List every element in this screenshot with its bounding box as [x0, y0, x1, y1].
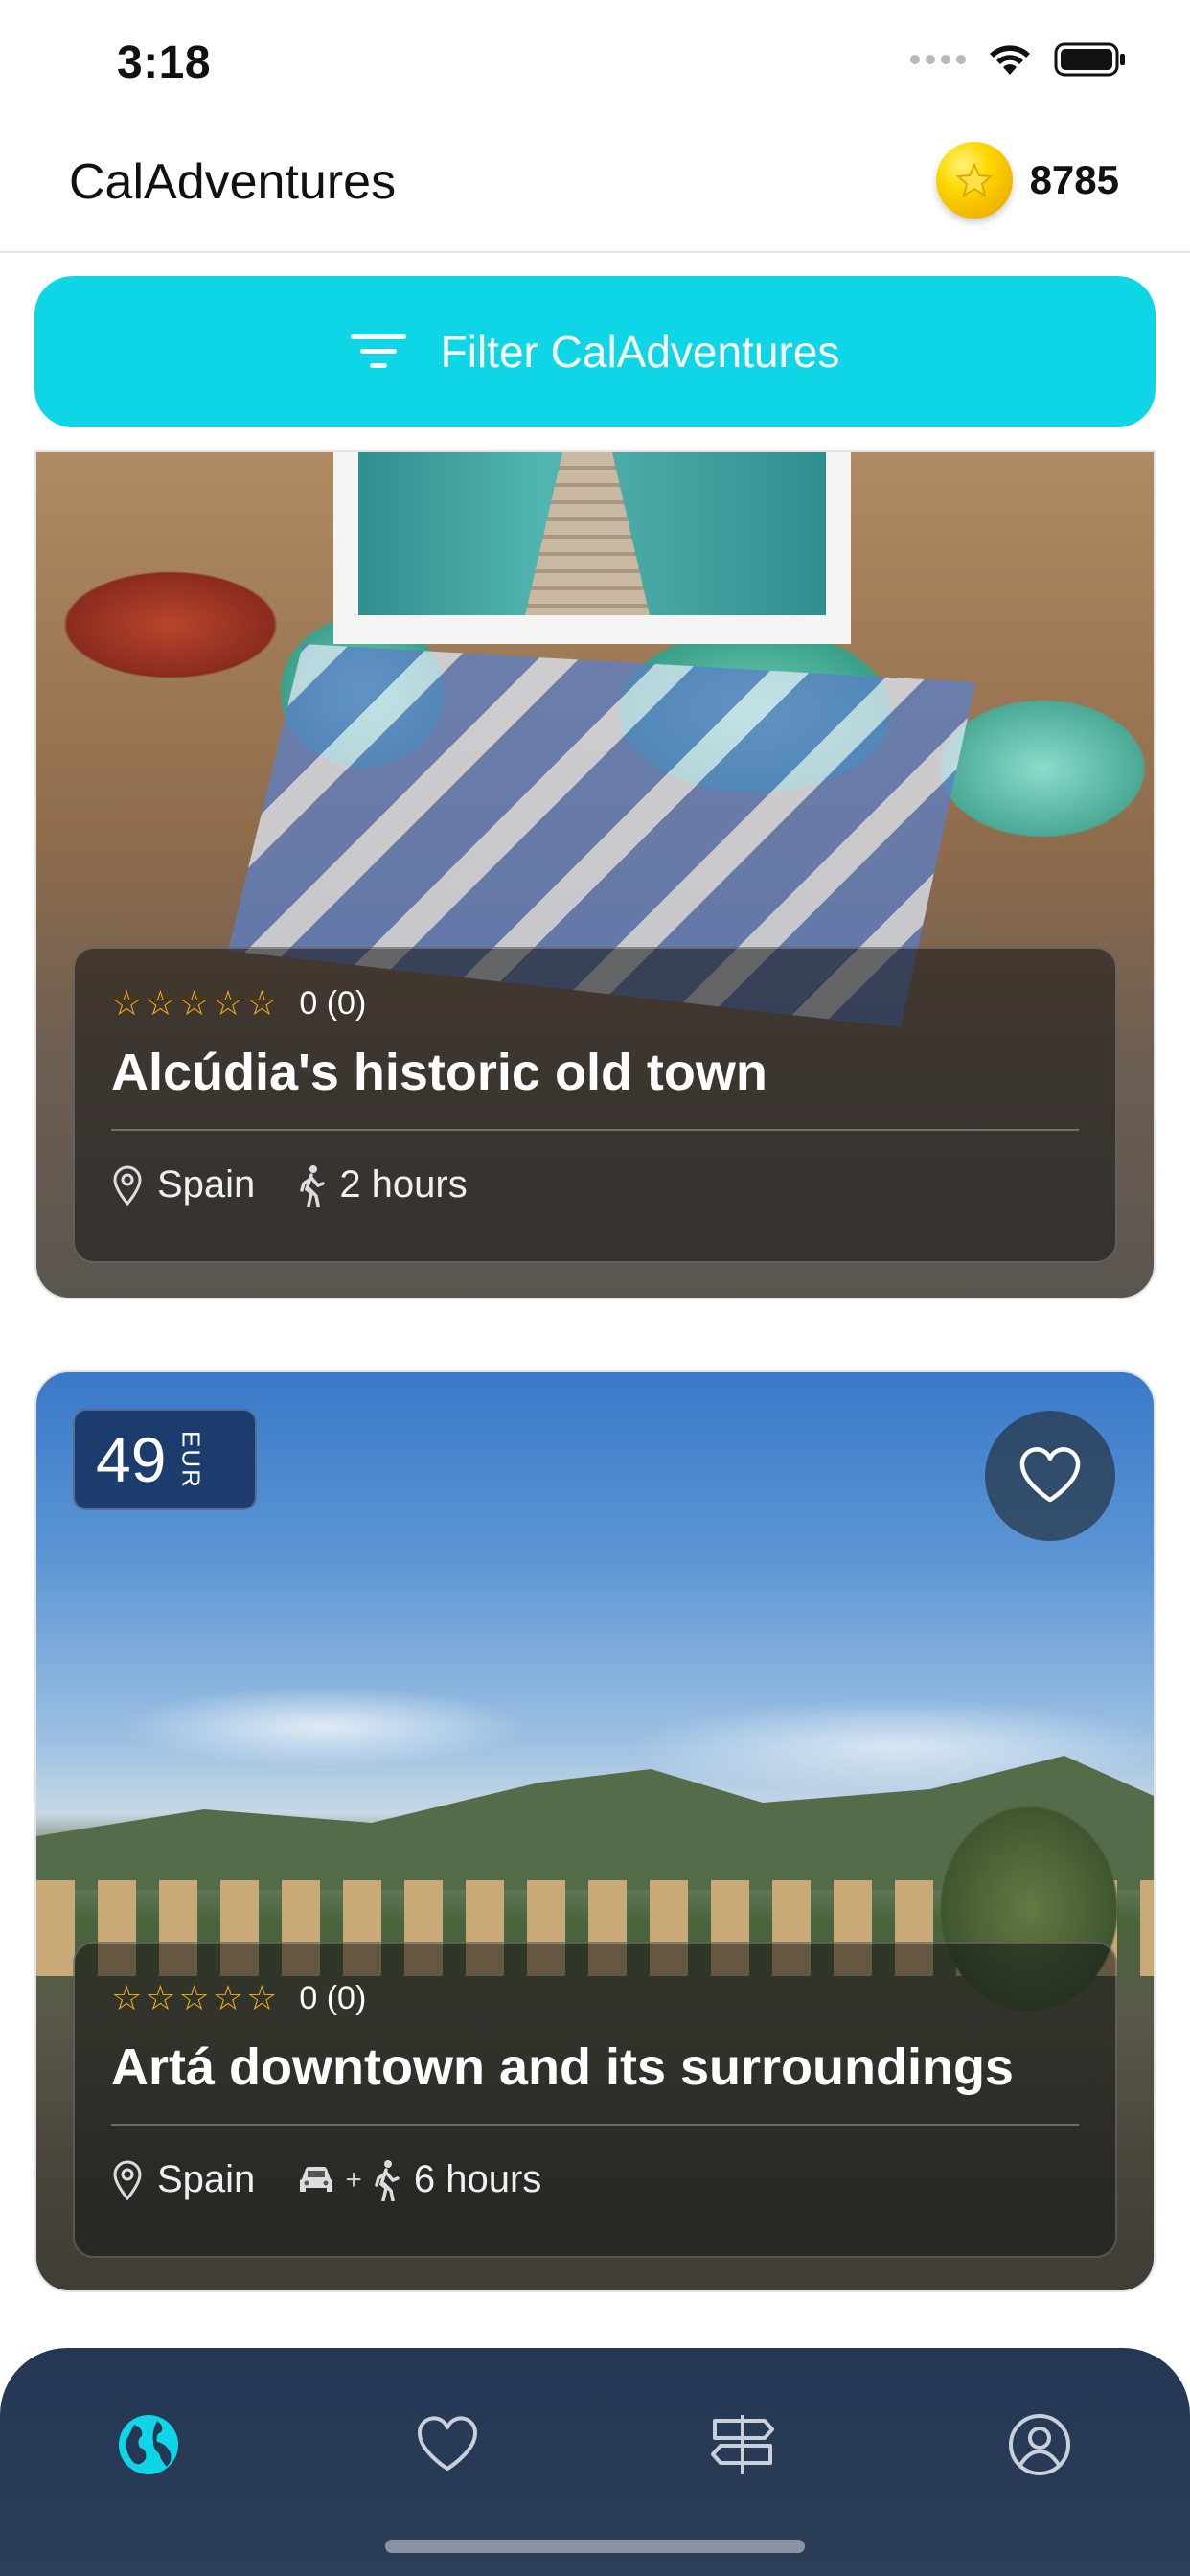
duration: + 6 hours	[297, 2158, 541, 2201]
card-title: Alcúdia's historic old town	[111, 1044, 767, 1101]
card-meta: Spain 2 hours	[111, 1163, 1079, 1207]
rating-row: ☆☆☆☆☆ 0 (0)	[111, 983, 1079, 1024]
home-indicator[interactable]	[385, 2540, 805, 2553]
card-meta: Spain + 6 hours	[111, 2158, 1079, 2201]
location-text: Spain	[157, 2158, 256, 2200]
plus-sign: +	[345, 2163, 362, 2196]
favorite-button[interactable]	[985, 1411, 1115, 1541]
tab-profile[interactable]	[996, 2402, 1083, 2488]
card-title: Artá downtown and its surroundings	[111, 2038, 1014, 2096]
rating-row: ☆☆☆☆☆ 0 (0)	[111, 1978, 1079, 2018]
globe-icon	[119, 2415, 178, 2474]
battery-icon	[1054, 42, 1125, 77]
heart-icon	[1019, 1447, 1081, 1503]
location-pin-icon	[113, 2160, 142, 2200]
card-info-panel: ☆☆☆☆☆ 0 (0) Alcúdia's historic old town …	[73, 947, 1117, 1263]
tab-favorites[interactable]	[404, 2402, 491, 2488]
location-text: Spain	[157, 1163, 256, 1206]
walking-icon	[300, 1164, 326, 1207]
location-pin-icon	[113, 1165, 142, 1206]
status-icons	[910, 42, 1127, 77]
tab-tours[interactable]	[699, 2402, 786, 2488]
adventure-card[interactable]: 49 EUR ☆☆☆☆☆ 0 (0) Artá downtown and its…	[36, 1372, 1154, 2290]
app-header: CalAdventures 8785	[0, 125, 1190, 253]
filter-button[interactable]: Filter CalAdventures	[34, 276, 1156, 427]
divider	[111, 1129, 1079, 1131]
rating-stars: ☆☆☆☆☆	[111, 983, 281, 1023]
status-bar: 3:18	[0, 0, 1190, 125]
location: Spain	[111, 2158, 255, 2201]
rating-stars: ☆☆☆☆☆	[111, 1978, 281, 2017]
rating-text: 0 (0)	[299, 1979, 367, 2016]
tab-explore[interactable]	[105, 2402, 192, 2488]
card-photo-frame	[333, 452, 851, 644]
card-info-panel: ☆☆☆☆☆ 0 (0) Artá downtown and its surrou…	[73, 1942, 1117, 2258]
heart-icon	[417, 2416, 478, 2471]
divider	[111, 2124, 1079, 2126]
walking-icon	[375, 2159, 400, 2201]
filter-label: Filter CalAdventures	[440, 327, 840, 377]
signal-icon	[910, 55, 966, 64]
price-currency: EUR	[176, 1430, 206, 1489]
adventure-card[interactable]: ☆☆☆☆☆ 0 (0) Alcúdia's historic old town …	[36, 452, 1154, 1298]
duration-text: 6 hours	[413, 2158, 542, 2200]
coin-count: 8785	[1029, 157, 1119, 202]
status-time: 3:18	[117, 37, 212, 88]
rating-text: 0 (0)	[299, 984, 367, 1022]
filter-icon	[350, 334, 406, 368]
price-badge: 49 EUR	[73, 1409, 257, 1510]
coin-icon	[935, 142, 1013, 218]
signpost-icon	[711, 2415, 774, 2474]
price-amount: 49	[96, 1424, 167, 1495]
duration: 2 hours	[297, 1163, 468, 1207]
location: Spain	[111, 1163, 255, 1207]
coin-balance[interactable]: 8785	[935, 142, 1119, 218]
profile-icon	[1009, 2414, 1070, 2475]
wifi-icon	[990, 45, 1030, 75]
car-icon	[300, 2166, 333, 2192]
duration-text: 2 hours	[339, 1163, 468, 1206]
app-title: CalAdventures	[69, 154, 397, 210]
